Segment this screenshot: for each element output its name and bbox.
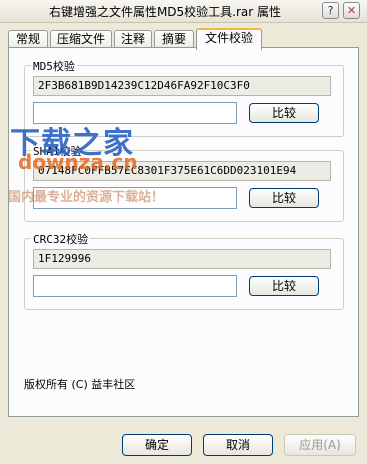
md5-label: MD5校验 xyxy=(31,58,77,74)
md5-value[interactable]: 2F3B681B9D14239C12D46FA92F10C3F0 xyxy=(33,76,331,96)
sha1-compare-button[interactable]: 比较 xyxy=(249,188,319,208)
copyright-text: 版权所有 (C) 益丰社区 xyxy=(24,378,136,391)
cancel-button[interactable]: 取消 xyxy=(203,434,273,456)
tab-archive[interactable]: 压缩文件 xyxy=(50,30,112,48)
tab-summary[interactable]: 摘要 xyxy=(154,30,194,48)
ok-button[interactable]: 确定 xyxy=(122,434,192,456)
checksum-panel: MD5校验 2F3B681B9D14239C12D46FA92F10C3F0 比… xyxy=(8,47,359,417)
close-button[interactable]: ✕ xyxy=(343,2,360,19)
tab-file-checksum[interactable]: 文件校验 xyxy=(196,28,262,50)
md5-compare-button[interactable]: 比较 xyxy=(249,103,319,123)
tab-general[interactable]: 常规 xyxy=(8,30,48,48)
crc32-value[interactable]: 1F129996 xyxy=(33,249,331,269)
apply-button[interactable]: 应用(A) xyxy=(284,434,356,456)
crc32-label: CRC32校验 xyxy=(31,231,91,247)
window-title: 右键增强之文件属性MD5校验工具.rar 属性 xyxy=(48,5,282,19)
crc32-group: CRC32校验 1F129996 比较 xyxy=(24,231,344,310)
crc32-compare-input[interactable] xyxy=(33,275,237,297)
title-bar: 右键增强之文件属性MD5校验工具.rar 属性 ? ✕ xyxy=(0,0,367,23)
crc32-compare-button[interactable]: 比较 xyxy=(249,276,319,296)
watermark-slogan: 国内最专业的资源下载站！ xyxy=(8,190,165,205)
tab-comment[interactable]: 注释 xyxy=(114,30,152,48)
watermark-domain: downza.cn xyxy=(18,150,138,174)
help-button[interactable]: ? xyxy=(322,2,339,19)
